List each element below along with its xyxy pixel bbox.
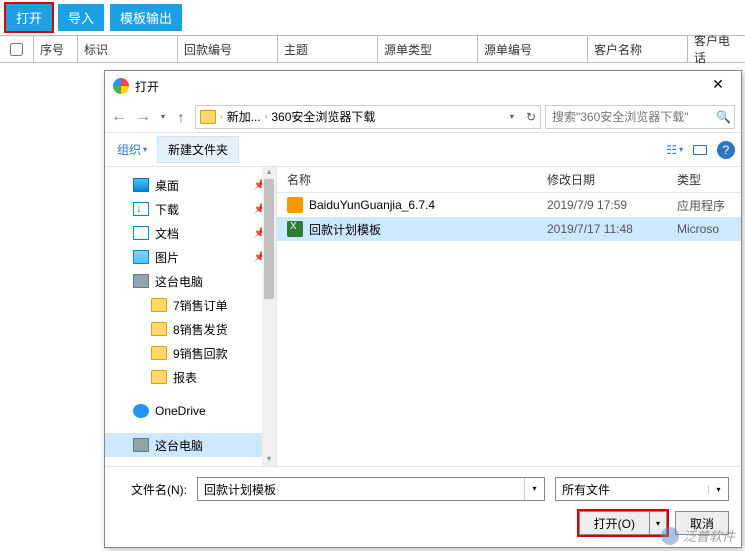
nav-bar: ← → ▾ ↑ › 新加... › 360安全浏览器下载 ▾ ↻ 🔍: [105, 101, 741, 133]
watermark: 泛普软件: [661, 526, 735, 545]
sidebar-item-this-pc[interactable]: 这台电脑: [105, 269, 276, 293]
file-row[interactable]: BaiduYunGuanjia_6.7.4 2019/7/9 17:59应用程序: [277, 193, 741, 217]
grid-header: 序号 标识 回款编号 主题 源单类型 源单编号 客户名称 客户电话: [0, 35, 745, 63]
preview-icon: [693, 145, 707, 155]
chevron-down-icon: ▾: [708, 485, 728, 494]
sidebar-item-folder-3[interactable]: 9销售回款: [105, 341, 276, 365]
scroll-up-icon[interactable]: ▴: [262, 167, 276, 179]
download-icon: [133, 202, 149, 216]
search-box: 🔍: [545, 105, 735, 129]
organize-button[interactable]: 组织▾: [111, 137, 153, 162]
col-customer-phone[interactable]: 客户电话: [688, 36, 743, 62]
nav-history-dropdown[interactable]: ▾: [161, 112, 165, 121]
sidebar-item-pictures[interactable]: 图片📌: [105, 245, 276, 269]
file-pane: 名称 修改日期 类型 BaiduYunGuanjia_6.7.4 2019/7/9…: [277, 167, 741, 466]
filecol-type[interactable]: 类型: [667, 167, 741, 192]
breadcrumb-1[interactable]: 新加...: [227, 108, 261, 125]
file-name: BaiduYunGuanjia_6.7.4: [309, 198, 435, 212]
dialog-title: 打开: [135, 78, 703, 95]
filecol-date[interactable]: 修改日期: [537, 167, 667, 192]
select-all-cell: [0, 36, 34, 62]
chevron-down-icon: ▾: [143, 145, 147, 154]
file-type: Microso: [667, 222, 741, 236]
col-source-number[interactable]: 源单编号: [478, 36, 588, 62]
col-payment-code[interactable]: 回款编号: [178, 36, 278, 62]
desktop-icon: [133, 178, 149, 192]
folder-icon: [151, 298, 167, 312]
folder-icon: [151, 346, 167, 360]
open-file-button[interactable]: 打开(O): [579, 511, 649, 535]
sidebar: 桌面📌 下载📌 文档📌 图片📌 这台电脑 7销售订单 8销售发货 9销售回款 报…: [105, 167, 277, 466]
col-subject[interactable]: 主题: [278, 36, 378, 62]
exe-file-icon: [287, 197, 303, 213]
sidebar-scrollbar[interactable]: ▴ ▾: [262, 167, 276, 466]
filename-dropdown-icon[interactable]: ▾: [524, 478, 544, 500]
file-type: 应用程序: [667, 197, 741, 214]
breadcrumb-sep-icon[interactable]: ›: [220, 112, 223, 121]
filename-field: ▾: [197, 477, 545, 501]
preview-pane-button[interactable]: [693, 145, 707, 155]
excel-file-icon: [287, 221, 303, 237]
picture-icon: [133, 250, 149, 264]
template-export-button[interactable]: 模板输出: [110, 4, 182, 31]
app-logo-icon: [113, 78, 129, 94]
filecol-name[interactable]: 名称: [277, 167, 537, 192]
cloud-icon: [133, 404, 149, 418]
address-dropdown-icon[interactable]: ▾: [510, 112, 514, 121]
file-date: 2019/7/9 17:59: [537, 198, 667, 212]
nav-up-icon[interactable]: ↑: [171, 107, 191, 127]
select-all-checkbox[interactable]: [10, 43, 23, 56]
open-button[interactable]: 打开: [6, 4, 52, 31]
command-bar: 组织▾ 新建文件夹 ☷▾ ?: [105, 133, 741, 167]
main-toolbar: 打开 导入 模板输出: [0, 0, 745, 35]
breadcrumb-sep-icon[interactable]: ›: [265, 112, 268, 121]
col-customer-name[interactable]: 客户名称: [588, 36, 688, 62]
help-button[interactable]: ?: [717, 141, 735, 159]
sidebar-item-documents[interactable]: 文档📌: [105, 221, 276, 245]
import-button[interactable]: 导入: [58, 4, 104, 31]
scroll-down-icon[interactable]: ▾: [262, 454, 276, 466]
sidebar-item-folder-4[interactable]: 报表: [105, 365, 276, 389]
nav-back-icon[interactable]: ←: [111, 108, 127, 126]
col-mark[interactable]: 标识: [78, 36, 178, 62]
sidebar-item-downloads[interactable]: 下载📌: [105, 197, 276, 221]
file-row[interactable]: 回款计划模板 2019/7/17 11:48Microso: [277, 217, 741, 241]
search-input[interactable]: [546, 110, 713, 124]
file-name: 回款计划模板: [309, 221, 381, 238]
close-button[interactable]: ✕: [703, 76, 733, 96]
sidebar-item-folder-2[interactable]: 8销售发货: [105, 317, 276, 341]
dialog-titlebar: 打开 ✕: [105, 71, 741, 101]
address-bar[interactable]: › 新加... › 360安全浏览器下载 ▾ ↻: [195, 105, 541, 129]
filename-input[interactable]: [198, 478, 524, 500]
filetype-filter[interactable]: 所有文件 ▾: [555, 477, 729, 501]
nav-forward-icon[interactable]: →: [135, 108, 151, 126]
sidebar-item-this-pc-2[interactable]: 这台电脑: [105, 433, 276, 457]
col-sequence[interactable]: 序号: [34, 36, 78, 62]
pc-icon: [133, 438, 149, 452]
sidebar-item-desktop[interactable]: 桌面📌: [105, 173, 276, 197]
sidebar-item-onedrive[interactable]: OneDrive: [105, 399, 276, 423]
folder-icon: [151, 370, 167, 384]
dialog-footer: 文件名(N): ▾ 所有文件 ▾ 打开(O) ▾ 取消: [105, 466, 741, 547]
file-open-dialog: 打开 ✕ ← → ▾ ↑ › 新加... › 360安全浏览器下载 ▾ ↻ 🔍 …: [104, 70, 742, 548]
filename-label: 文件名(N):: [117, 481, 187, 498]
breadcrumb-2[interactable]: 360安全浏览器下载: [271, 108, 375, 125]
scroll-thumb[interactable]: [264, 179, 274, 299]
col-source-type[interactable]: 源单类型: [378, 36, 478, 62]
view-mode-button[interactable]: ☷▾: [666, 143, 683, 157]
sidebar-item-folder-1[interactable]: 7销售订单: [105, 293, 276, 317]
chevron-down-icon: ▾: [679, 145, 683, 154]
watermark-logo-icon: [661, 527, 679, 545]
file-date: 2019/7/17 11:48: [537, 222, 667, 236]
refresh-icon[interactable]: ↻: [526, 110, 536, 124]
folder-icon: [151, 322, 167, 336]
pc-icon: [133, 274, 149, 288]
folder-icon: [200, 110, 216, 124]
document-icon: [133, 226, 149, 240]
search-icon[interactable]: 🔍: [713, 110, 734, 124]
new-folder-button[interactable]: 新建文件夹: [157, 136, 239, 163]
